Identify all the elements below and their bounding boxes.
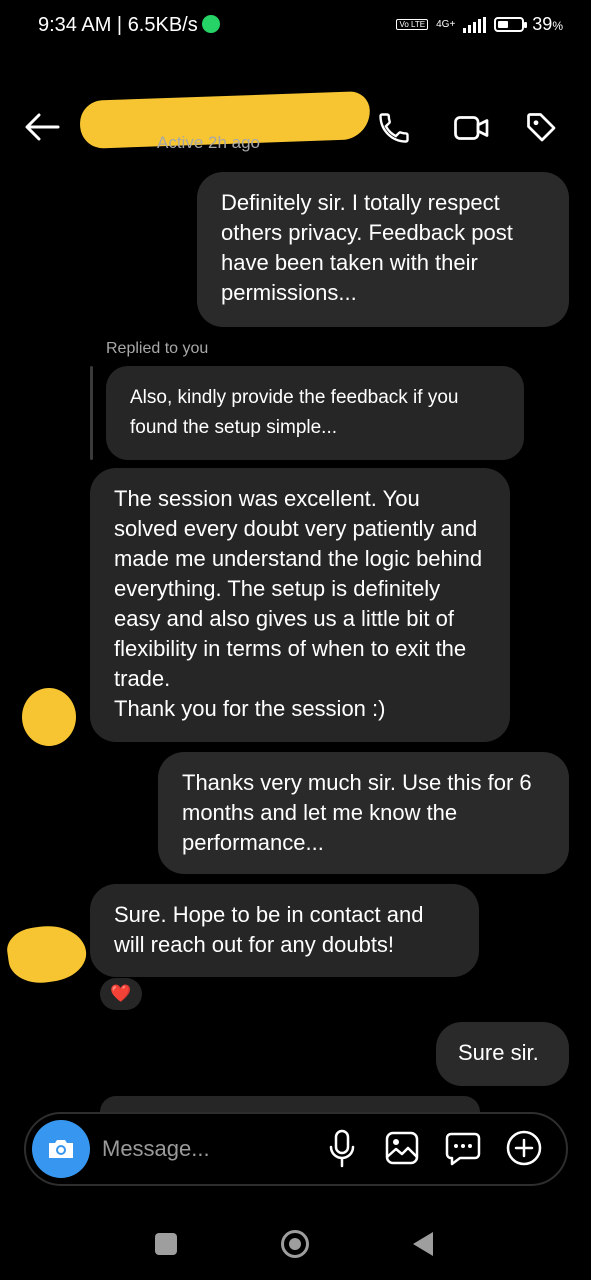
battery-value: 39 <box>532 14 553 34</box>
reaction-badge[interactable]: ❤️ <box>100 978 142 1010</box>
quoted-message[interactable]: Also, kindly provide the feedback if you… <box>106 366 524 460</box>
recent-apps-button[interactable] <box>155 1233 177 1255</box>
message-bubble-outgoing[interactable]: Sure sir. <box>436 1022 569 1086</box>
gallery-icon[interactable] <box>384 1129 420 1167</box>
battery-unit: % <box>552 19 563 33</box>
status-time-text: 9:34 AM | 6.5KB/s <box>38 14 198 36</box>
quoted-text: Also, kindly provide the feedback if you… <box>130 387 459 438</box>
video-camera-icon[interactable] <box>452 110 492 146</box>
status-time: 9:34 AM | 6.5KB/s <box>38 14 220 37</box>
network-label: 4G+ <box>436 18 456 30</box>
message-bubble-outgoing[interactable]: Definitely sir. I totally respect others… <box>197 172 569 327</box>
heart-reaction-icon: ❤️ <box>110 984 132 1003</box>
status-indicators: Vo LTE 4G+ 39% <box>396 14 563 35</box>
sticker-icon[interactable] <box>444 1129 482 1167</box>
tag-icon[interactable] <box>524 110 560 146</box>
signal-icon <box>463 16 487 33</box>
message-bubble-incoming[interactable]: Sure. Hope to be in contact and will rea… <box>90 884 479 977</box>
message-bubble-outgoing[interactable]: Thanks very much sir. Use this for 6 mon… <box>158 752 569 874</box>
redacted-avatar[interactable] <box>22 688 76 746</box>
redacted-avatar[interactable] <box>4 920 90 988</box>
message-input[interactable]: Message... <box>102 1136 210 1162</box>
network-type: 4G+ <box>436 18 456 30</box>
camera-button[interactable] <box>32 1120 90 1178</box>
active-status: Active 2h ago <box>157 133 261 152</box>
message-text: Thanks very much sir. Use this for 6 mon… <box>182 770 532 855</box>
back-arrow-icon[interactable] <box>24 112 60 142</box>
whatsapp-icon <box>201 15 220 33</box>
phone-icon[interactable] <box>376 110 412 146</box>
plus-icon[interactable] <box>505 1129 543 1167</box>
battery-level: 39% <box>532 14 563 35</box>
message-bubble-partial <box>100 1096 480 1112</box>
message-text: Sure. Hope to be in contact and will rea… <box>114 902 424 957</box>
message-text: Definitely sir. I totally respect others… <box>221 190 513 305</box>
camera-icon <box>49 1140 73 1158</box>
home-button[interactable] <box>281 1230 309 1258</box>
microphone-icon[interactable] <box>328 1129 356 1169</box>
volte-icon: Vo LTE <box>396 19 429 30</box>
reply-indicator <box>90 366 93 460</box>
message-bubble-incoming[interactable]: The session was excellent. You solved ev… <box>90 468 510 742</box>
replied-label: Replied to you <box>106 340 209 357</box>
nav-back-button[interactable] <box>413 1232 433 1256</box>
battery-icon <box>494 17 528 32</box>
message-text: Sure sir. <box>458 1040 539 1065</box>
message-text: The session was excellent. You solved ev… <box>114 486 483 721</box>
